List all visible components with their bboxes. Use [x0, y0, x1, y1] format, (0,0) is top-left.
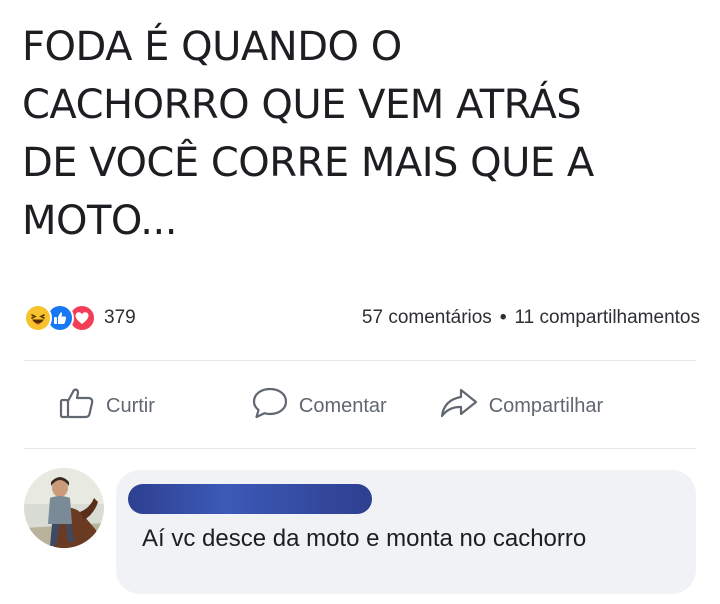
reaction-count[interactable]: 379: [104, 307, 136, 329]
speech-bubble-icon: [251, 386, 299, 426]
comment-count[interactable]: 57 comentários: [362, 307, 492, 329]
author-name-redacted: [128, 484, 372, 514]
comment-text: Aí vc desce da moto e monta no cachorro: [142, 525, 587, 552]
divider: [24, 360, 696, 361]
comment: Aí vc desce da moto e monta no cachorro: [24, 468, 700, 598]
stats-separator: •: [499, 307, 507, 328]
post-text: FODA É QUANDO O CACHORRO QUE VEM ATRÁS D…: [22, 24, 594, 244]
share-arrow-icon: [439, 386, 489, 426]
comment-bubble: Aí vc desce da moto e monta no cachorro: [116, 470, 696, 594]
reactions-bar: 379 57 comentários • 11 compartilhamento…: [24, 302, 700, 334]
like-button[interactable]: Curtir: [58, 386, 155, 426]
share-count[interactable]: 11 compartilhamentos: [514, 307, 700, 329]
comment-label: Comentar: [298, 394, 387, 417]
avatar[interactable]: [24, 468, 104, 548]
divider: [24, 448, 696, 449]
post-actions-bar: Curtir Comentar Compartilhar: [24, 378, 700, 434]
post-stats: 57 comentários • 11 compartilhamentos: [362, 307, 700, 329]
thumbs-up-icon: [58, 386, 106, 426]
share-label: Compartilhar: [488, 394, 604, 417]
haha-icon: [24, 304, 52, 332]
like-label: Curtir: [106, 394, 155, 417]
reaction-icons[interactable]: [24, 304, 96, 332]
comment-button[interactable]: Comentar: [251, 386, 387, 426]
share-button[interactable]: Compartilhar: [439, 386, 603, 426]
